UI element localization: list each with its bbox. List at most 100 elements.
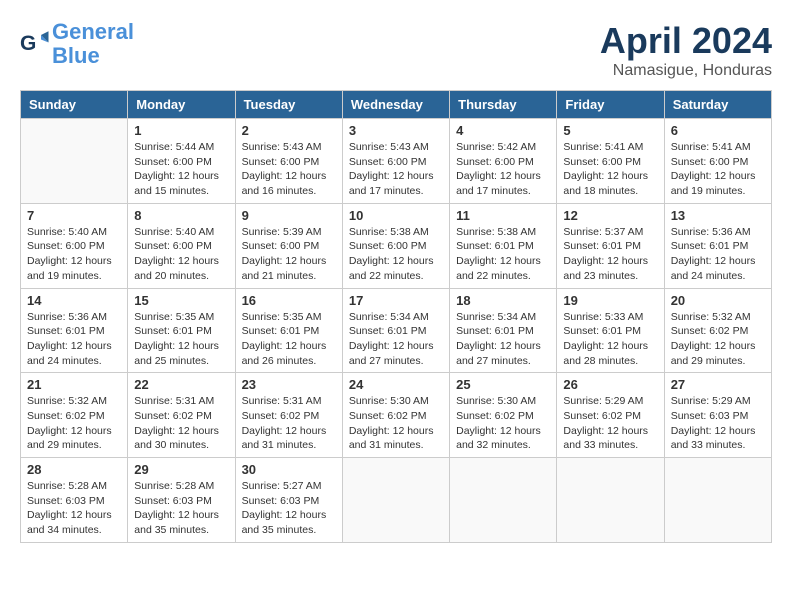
day-info: Sunrise: 5:31 AM Sunset: 6:02 PM Dayligh… [242, 394, 336, 453]
day-cell: 18 Sunrise: 5:34 AM Sunset: 6:01 PM Dayli… [450, 288, 557, 373]
day-number: 25 [456, 377, 550, 392]
day-cell: 23 Sunrise: 5:31 AM Sunset: 6:02 PM Dayli… [235, 373, 342, 458]
day-cell: 10 Sunrise: 5:38 AM Sunset: 6:00 PM Dayli… [342, 203, 449, 288]
week-row-2: 7 Sunrise: 5:40 AM Sunset: 6:00 PM Daylig… [21, 203, 772, 288]
day-number: 3 [349, 123, 443, 138]
day-cell: 7 Sunrise: 5:40 AM Sunset: 6:00 PM Daylig… [21, 203, 128, 288]
day-number: 7 [27, 208, 121, 223]
svg-text:G: G [20, 32, 36, 55]
day-cell: 30 Sunrise: 5:27 AM Sunset: 6:03 PM Dayli… [235, 458, 342, 543]
day-cell: 4 Sunrise: 5:42 AM Sunset: 6:00 PM Daylig… [450, 119, 557, 204]
day-number: 20 [671, 293, 765, 308]
day-info: Sunrise: 5:30 AM Sunset: 6:02 PM Dayligh… [349, 394, 443, 453]
day-info: Sunrise: 5:36 AM Sunset: 6:01 PM Dayligh… [671, 225, 765, 284]
day-cell: 14 Sunrise: 5:36 AM Sunset: 6:01 PM Dayli… [21, 288, 128, 373]
day-cell: 15 Sunrise: 5:35 AM Sunset: 6:01 PM Dayli… [128, 288, 235, 373]
day-cell: 3 Sunrise: 5:43 AM Sunset: 6:00 PM Daylig… [342, 119, 449, 204]
month-title: April 2024 [600, 20, 772, 62]
day-number: 4 [456, 123, 550, 138]
day-number: 23 [242, 377, 336, 392]
day-info: Sunrise: 5:36 AM Sunset: 6:01 PM Dayligh… [27, 310, 121, 369]
day-info: Sunrise: 5:37 AM Sunset: 6:01 PM Dayligh… [563, 225, 657, 284]
day-info: Sunrise: 5:29 AM Sunset: 6:03 PM Dayligh… [671, 394, 765, 453]
day-info: Sunrise: 5:42 AM Sunset: 6:00 PM Dayligh… [456, 140, 550, 199]
day-info: Sunrise: 5:35 AM Sunset: 6:01 PM Dayligh… [134, 310, 228, 369]
day-number: 28 [27, 462, 121, 477]
week-row-1: 1 Sunrise: 5:44 AM Sunset: 6:00 PM Daylig… [21, 119, 772, 204]
day-info: Sunrise: 5:34 AM Sunset: 6:01 PM Dayligh… [456, 310, 550, 369]
logo-text: GeneralBlue [52, 20, 134, 68]
logo-icon: G [20, 29, 50, 59]
day-cell: 1 Sunrise: 5:44 AM Sunset: 6:00 PM Daylig… [128, 119, 235, 204]
day-cell: 29 Sunrise: 5:28 AM Sunset: 6:03 PM Dayli… [128, 458, 235, 543]
day-number: 15 [134, 293, 228, 308]
day-info: Sunrise: 5:41 AM Sunset: 6:00 PM Dayligh… [563, 140, 657, 199]
day-cell: 28 Sunrise: 5:28 AM Sunset: 6:03 PM Dayli… [21, 458, 128, 543]
day-info: Sunrise: 5:31 AM Sunset: 6:02 PM Dayligh… [134, 394, 228, 453]
day-info: Sunrise: 5:29 AM Sunset: 6:02 PM Dayligh… [563, 394, 657, 453]
day-info: Sunrise: 5:40 AM Sunset: 6:00 PM Dayligh… [134, 225, 228, 284]
day-cell: 26Sunrise: 5:29 AM Sunset: 6:02 PM Dayli… [557, 373, 664, 458]
day-cell: 19 Sunrise: 5:33 AM Sunset: 6:01 PM Dayli… [557, 288, 664, 373]
day-number: 14 [27, 293, 121, 308]
day-cell: 21 Sunrise: 5:32 AM Sunset: 6:02 PM Dayli… [21, 373, 128, 458]
day-info: Sunrise: 5:44 AM Sunset: 6:00 PM Dayligh… [134, 140, 228, 199]
day-cell [21, 119, 128, 204]
day-cell: 2 Sunrise: 5:43 AM Sunset: 6:00 PM Daylig… [235, 119, 342, 204]
day-info: Sunrise: 5:32 AM Sunset: 6:02 PM Dayligh… [27, 394, 121, 453]
weekday-header-wednesday: Wednesday [342, 91, 449, 119]
day-cell: 6 Sunrise: 5:41 AM Sunset: 6:00 PM Daylig… [664, 119, 771, 204]
day-cell [557, 458, 664, 543]
day-cell: 12Sunrise: 5:37 AM Sunset: 6:01 PM Dayli… [557, 203, 664, 288]
day-cell: 16 Sunrise: 5:35 AM Sunset: 6:01 PM Dayli… [235, 288, 342, 373]
day-info: Sunrise: 5:34 AM Sunset: 6:01 PM Dayligh… [349, 310, 443, 369]
day-cell: 24Sunrise: 5:30 AM Sunset: 6:02 PM Dayli… [342, 373, 449, 458]
day-cell [342, 458, 449, 543]
day-info: Sunrise: 5:41 AM Sunset: 6:00 PM Dayligh… [671, 140, 765, 199]
day-number: 13 [671, 208, 765, 223]
day-cell: 11 Sunrise: 5:38 AM Sunset: 6:01 PM Dayli… [450, 203, 557, 288]
day-number: 29 [134, 462, 228, 477]
day-info: Sunrise: 5:38 AM Sunset: 6:00 PM Dayligh… [349, 225, 443, 284]
page-header: G GeneralBlue April 2024 Namasigue, Hond… [20, 20, 772, 80]
day-number: 21 [27, 377, 121, 392]
day-cell [664, 458, 771, 543]
day-info: Sunrise: 5:40 AM Sunset: 6:00 PM Dayligh… [27, 225, 121, 284]
day-number: 27 [671, 377, 765, 392]
day-cell: 22Sunrise: 5:31 AM Sunset: 6:02 PM Dayli… [128, 373, 235, 458]
day-info: Sunrise: 5:27 AM Sunset: 6:03 PM Dayligh… [242, 479, 336, 538]
day-cell: 20 Sunrise: 5:32 AM Sunset: 6:02 PM Dayli… [664, 288, 771, 373]
day-cell: 5 Sunrise: 5:41 AM Sunset: 6:00 PM Daylig… [557, 119, 664, 204]
day-number: 18 [456, 293, 550, 308]
calendar-table: SundayMondayTuesdayWednesdayThursdayFrid… [20, 90, 772, 543]
day-info: Sunrise: 5:33 AM Sunset: 6:01 PM Dayligh… [563, 310, 657, 369]
day-number: 5 [563, 123, 657, 138]
day-cell: 13 Sunrise: 5:36 AM Sunset: 6:01 PM Dayli… [664, 203, 771, 288]
day-cell: 17 Sunrise: 5:34 AM Sunset: 6:01 PM Dayli… [342, 288, 449, 373]
day-number: 2 [242, 123, 336, 138]
week-row-4: 21 Sunrise: 5:32 AM Sunset: 6:02 PM Dayli… [21, 373, 772, 458]
day-number: 6 [671, 123, 765, 138]
day-info: Sunrise: 5:28 AM Sunset: 6:03 PM Dayligh… [27, 479, 121, 538]
day-number: 16 [242, 293, 336, 308]
day-cell: 8 Sunrise: 5:40 AM Sunset: 6:00 PM Daylig… [128, 203, 235, 288]
day-number: 19 [563, 293, 657, 308]
day-number: 8 [134, 208, 228, 223]
weekday-header-monday: Monday [128, 91, 235, 119]
day-info: Sunrise: 5:35 AM Sunset: 6:01 PM Dayligh… [242, 310, 336, 369]
day-cell: 9Sunrise: 5:39 AM Sunset: 6:00 PM Daylig… [235, 203, 342, 288]
day-number: 10 [349, 208, 443, 223]
day-info: Sunrise: 5:28 AM Sunset: 6:03 PM Dayligh… [134, 479, 228, 538]
day-info: Sunrise: 5:32 AM Sunset: 6:02 PM Dayligh… [671, 310, 765, 369]
day-info: Sunrise: 5:38 AM Sunset: 6:01 PM Dayligh… [456, 225, 550, 284]
day-info: Sunrise: 5:39 AM Sunset: 6:00 PM Dayligh… [242, 225, 336, 284]
day-cell [450, 458, 557, 543]
weekday-header-saturday: Saturday [664, 91, 771, 119]
day-info: Sunrise: 5:43 AM Sunset: 6:00 PM Dayligh… [349, 140, 443, 199]
day-number: 1 [134, 123, 228, 138]
day-info: Sunrise: 5:43 AM Sunset: 6:00 PM Dayligh… [242, 140, 336, 199]
week-row-5: 28 Sunrise: 5:28 AM Sunset: 6:03 PM Dayli… [21, 458, 772, 543]
day-number: 17 [349, 293, 443, 308]
day-number: 11 [456, 208, 550, 223]
day-number: 30 [242, 462, 336, 477]
